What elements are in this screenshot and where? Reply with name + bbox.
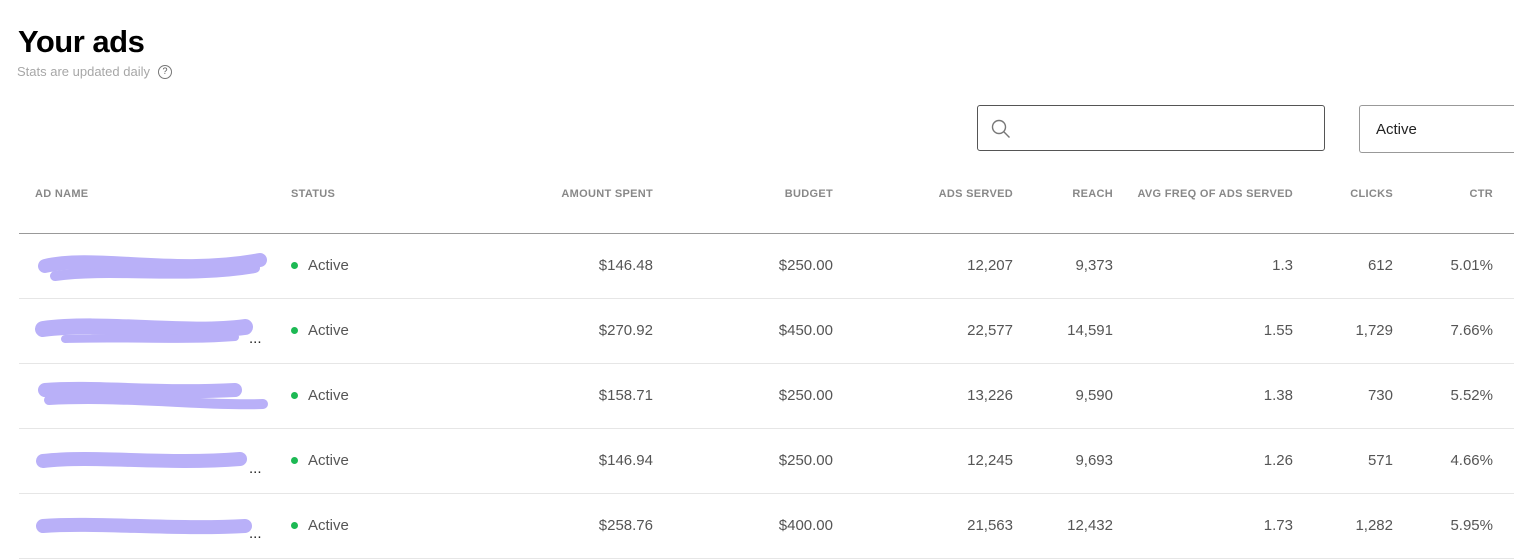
budget-cell: $250.00 [778, 257, 833, 274]
budget-cell: $400.00 [778, 517, 833, 534]
amount-spent-cell: $258.76 [598, 517, 653, 534]
col-header-reach[interactable]: REACH [1013, 168, 1113, 233]
col-header-ads-served[interactable]: ADS SERVED [833, 168, 1013, 233]
ads-served-cell: 21,563 [967, 517, 1013, 534]
ads-served-cell: 22,577 [967, 322, 1013, 339]
amount-spent-cell: $158.71 [598, 387, 653, 404]
stats-subtitle: Stats are updated daily ? [17, 64, 172, 79]
budget-cell: $250.00 [778, 387, 833, 404]
status-active-dot-icon [291, 522, 298, 529]
avg-freq-cell: 1.3 [1272, 257, 1293, 274]
status-cell: Active [291, 233, 533, 298]
col-header-spacer [1493, 168, 1514, 233]
ad-name-cell[interactable] [19, 363, 291, 428]
redaction-scribble [36, 517, 252, 534]
status-text: Active [308, 257, 349, 274]
status-filter-value: Active [1376, 120, 1417, 138]
subtitle-text: Stats are updated daily [17, 64, 150, 79]
avg-freq-cell: 1.38 [1263, 387, 1293, 404]
amount-spent-cell: $270.92 [598, 322, 653, 339]
redaction-scribble [38, 252, 267, 281]
search-icon [991, 119, 1010, 138]
status-text: Active [308, 452, 349, 469]
table-row[interactable]: Active $146.48 $250.00 12,207 9,373 1.3 … [19, 233, 1514, 298]
clicks-cell: 612 [1367, 257, 1393, 274]
ad-name-cell[interactable]: ... [19, 493, 291, 558]
table-header-row: AD NAME STATUS AMOUNT SPENT BUDGET ADS S… [19, 168, 1514, 233]
status-active-dot-icon [291, 457, 298, 464]
status-text: Active [308, 322, 349, 339]
reach-cell: 9,590 [1075, 387, 1113, 404]
amount-spent-cell: $146.94 [598, 452, 653, 469]
col-header-ctr[interactable]: CTR [1393, 168, 1493, 233]
status-active-dot-icon [291, 327, 298, 334]
ctr-cell: 4.66% [1450, 452, 1493, 469]
ads-table: AD NAME STATUS AMOUNT SPENT BUDGET ADS S… [19, 168, 1514, 559]
col-header-amount-spent[interactable]: AMOUNT SPENT [533, 168, 653, 233]
avg-freq-cell: 1.55 [1263, 322, 1293, 339]
ctr-cell: 5.52% [1450, 387, 1493, 404]
col-header-budget[interactable]: BUDGET [653, 168, 833, 233]
budget-cell: $450.00 [778, 322, 833, 339]
clicks-cell: 1,729 [1355, 322, 1393, 339]
page-title: Your ads [18, 24, 145, 59]
redaction-scribble [36, 451, 247, 468]
avg-freq-cell: 1.73 [1263, 517, 1293, 534]
search-input[interactable] [1022, 116, 1316, 142]
table-row[interactable]: ... Active $270.92 $450.00 22,577 14,591… [19, 298, 1514, 363]
status-active-dot-icon [291, 392, 298, 399]
reach-cell: 14,591 [1067, 322, 1113, 339]
status-cell: Active [291, 363, 533, 428]
ads-served-cell: 12,245 [967, 452, 1013, 469]
clicks-cell: 571 [1367, 452, 1393, 469]
ads-served-cell: 13,226 [967, 387, 1013, 404]
status-cell: Active [291, 298, 533, 363]
reach-cell: 12,432 [1067, 517, 1113, 534]
clicks-cell: 1,282 [1355, 517, 1393, 534]
avg-freq-cell: 1.26 [1263, 452, 1293, 469]
amount-spent-cell: $146.48 [598, 257, 653, 274]
status-text: Active [308, 387, 349, 404]
redaction-scribble [38, 381, 268, 409]
ads-served-cell: 12,207 [967, 257, 1013, 274]
ctr-cell: 7.66% [1450, 322, 1493, 339]
col-header-avg-freq[interactable]: AVG FREQ OF ADS SERVED [1113, 168, 1293, 233]
status-text: Active [308, 517, 349, 534]
search-box[interactable] [977, 105, 1325, 151]
reach-cell: 9,373 [1075, 257, 1113, 274]
ad-name-cell[interactable]: ... [19, 428, 291, 493]
col-header-ad-name[interactable]: AD NAME [19, 168, 291, 233]
ctr-cell: 5.95% [1450, 517, 1493, 534]
col-header-status[interactable]: STATUS [291, 168, 533, 233]
status-cell: Active [291, 428, 533, 493]
help-icon[interactable]: ? [157, 64, 172, 79]
ad-name-cell[interactable] [19, 233, 291, 298]
table-row[interactable]: ... Active $146.94 $250.00 12,245 9,693 … [19, 428, 1514, 493]
ctr-cell: 5.01% [1450, 257, 1493, 274]
table-row[interactable]: ... Active $258.76 $400.00 21,563 12,432… [19, 493, 1514, 558]
budget-cell: $250.00 [778, 452, 833, 469]
status-cell: Active [291, 493, 533, 558]
table-row[interactable]: Active $158.71 $250.00 13,226 9,590 1.38… [19, 363, 1514, 428]
status-active-dot-icon [291, 262, 298, 269]
redaction-scribble [35, 317, 253, 343]
col-header-clicks[interactable]: CLICKS [1293, 168, 1393, 233]
status-filter-select[interactable]: Active [1359, 105, 1514, 153]
reach-cell: 9,693 [1075, 452, 1113, 469]
ad-name-cell[interactable]: ... [19, 298, 291, 363]
clicks-cell: 730 [1367, 387, 1393, 404]
